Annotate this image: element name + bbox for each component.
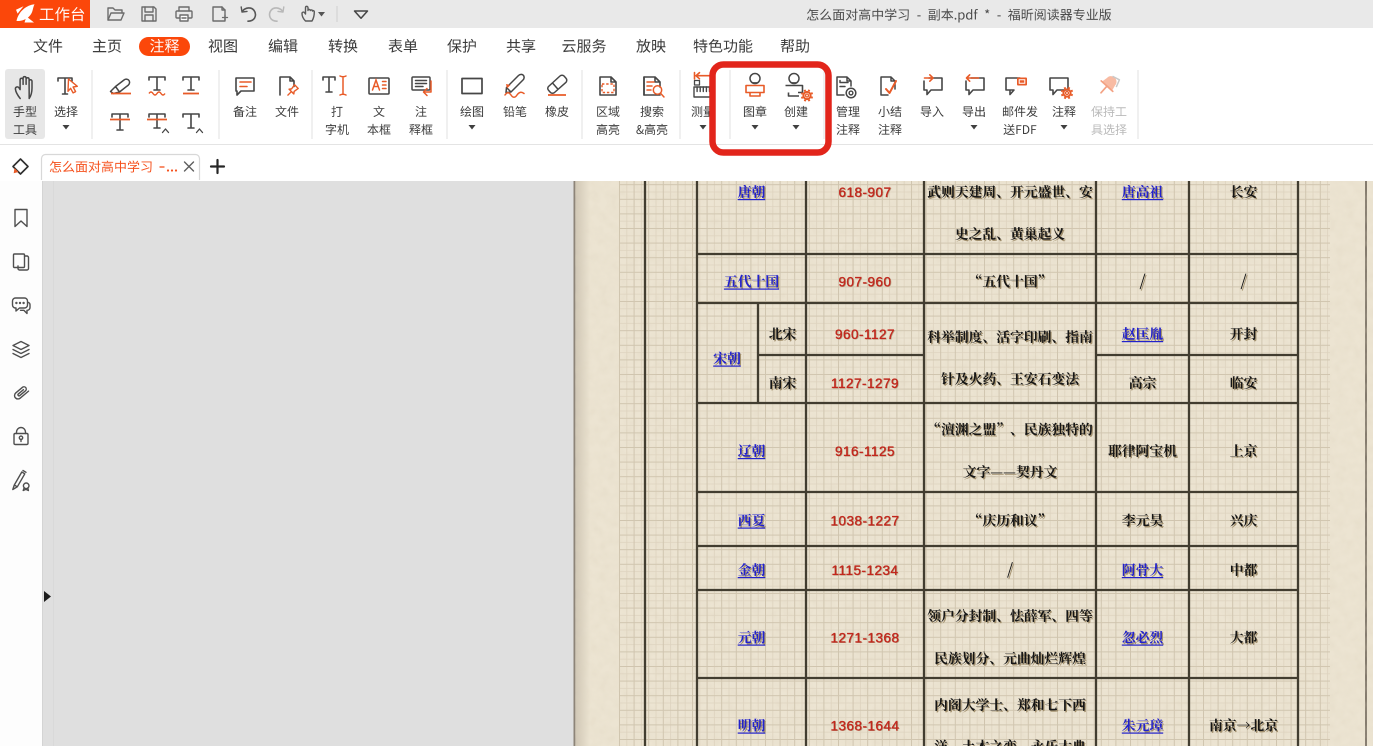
svg-text:1271-1368: 1271-1368 bbox=[830, 630, 899, 645]
svg-text:618-907: 618-907 bbox=[838, 185, 891, 200]
svg-text:960-1127: 960-1127 bbox=[835, 327, 895, 342]
svg-text:1038-1227: 1038-1227 bbox=[830, 513, 899, 528]
svg-text:916-1125: 916-1125 bbox=[835, 444, 895, 459]
svg-text:1127-1279: 1127-1279 bbox=[831, 376, 899, 391]
svg-text:907-960: 907-960 bbox=[838, 274, 891, 289]
svg-text:1368-1644: 1368-1644 bbox=[830, 718, 899, 733]
svg-text:1115-1234: 1115-1234 bbox=[831, 563, 898, 578]
